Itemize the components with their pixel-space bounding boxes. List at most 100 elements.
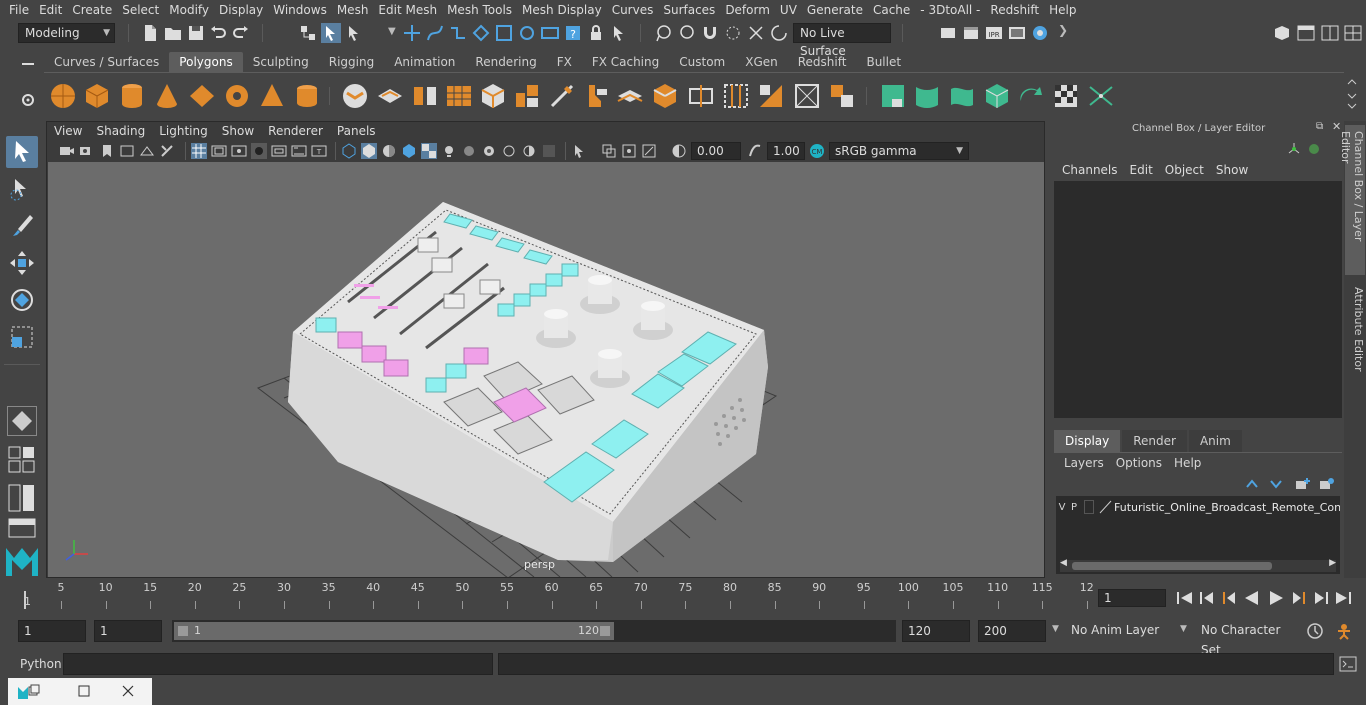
select-tool[interactable] [6, 136, 38, 168]
layout-split-icon[interactable] [8, 484, 36, 512]
save-scene-icon[interactable] [186, 23, 206, 43]
layer-playback-toggle[interactable]: P [1068, 502, 1080, 513]
xray-joints-icon[interactable] [621, 143, 637, 159]
menu-create[interactable]: Create [67, 0, 117, 20]
poly-torus-icon[interactable] [222, 81, 252, 111]
poly-cylinder-icon[interactable] [117, 81, 147, 111]
last-tool[interactable] [7, 406, 37, 436]
range-slider-handle[interactable]: 1 120 [174, 622, 614, 640]
uv-editor-icon[interactable] [1086, 81, 1116, 111]
render-current-icon[interactable] [961, 23, 981, 43]
uv-planar-icon[interactable] [878, 81, 908, 111]
go-to-start-icon[interactable] [1174, 589, 1196, 607]
channel-list[interactable] [1054, 181, 1342, 418]
textured-icon[interactable] [421, 143, 437, 159]
shelf-scroll-icon[interactable] [1346, 78, 1358, 112]
shelf-tab-xgen[interactable]: XGen [735, 52, 788, 72]
range-slider-end-grip[interactable] [600, 626, 610, 636]
menu-modify[interactable]: Modify [164, 0, 214, 20]
uv-checker-icon[interactable] [1051, 81, 1081, 111]
tab-anim[interactable]: Anim [1188, 430, 1242, 452]
viewport-menu-renderer[interactable]: Renderer [261, 122, 330, 140]
snap-grid-icon[interactable] [402, 23, 422, 43]
exposure-icon[interactable] [671, 143, 687, 159]
animation-preferences-icon[interactable] [1334, 622, 1354, 640]
shelf-tab-rendering[interactable]: Rendering [465, 52, 546, 72]
chevron-down-icon[interactable]: ▼ [1180, 624, 1187, 634]
gate-mask-icon[interactable] [231, 143, 247, 159]
gate-overlay-icon[interactable]: T [311, 143, 327, 159]
show-menu[interactable]: Show [1210, 161, 1254, 179]
viewport-menu-view[interactable]: View [47, 122, 89, 140]
current-frame-field[interactable]: 1 [1098, 589, 1166, 607]
gamma-icon[interactable] [747, 143, 763, 159]
bevel-icon[interactable] [478, 81, 508, 111]
default-material-icon[interactable] [381, 143, 397, 159]
menu-generate[interactable]: Generate [802, 0, 868, 20]
channels-menu[interactable]: Channels [1056, 161, 1124, 179]
time-slider[interactable]: 1 5 10 15 20 25 30 35 40 45 50 55 60 65 70 75 80 85 90 95 1… [18, 581, 1094, 611]
shelf-tab-curves-surfaces[interactable]: Curves / Surfaces [44, 52, 169, 72]
xray-active-icon[interactable] [641, 143, 657, 159]
playback-end-field[interactable]: 120 [902, 620, 970, 642]
panel-split-icon[interactable] [1320, 23, 1340, 43]
snap-curve-icon[interactable] [425, 23, 445, 43]
undo-icon[interactable] [208, 23, 228, 43]
hypershade-icon[interactable] [1030, 23, 1050, 43]
magnet-icon[interactable] [700, 23, 720, 43]
new-layer-icon[interactable] [1294, 477, 1310, 491]
shadows-icon[interactable] [461, 143, 477, 159]
menu-3dtoall[interactable]: - 3DtoAll - [915, 0, 985, 20]
poly-cone-icon[interactable] [152, 81, 182, 111]
object-menu[interactable]: Object [1159, 161, 1210, 179]
step-back-key-icon[interactable] [1196, 589, 1218, 607]
shelf-tab-fx-caching[interactable]: FX Caching [582, 52, 669, 72]
image-plane-icon[interactable] [119, 143, 135, 159]
anti-alias-icon[interactable] [521, 143, 537, 159]
range-slider-start-grip[interactable] [178, 626, 188, 636]
safe-action-icon[interactable] [271, 143, 287, 159]
field-chart-icon[interactable] [251, 143, 267, 159]
bookmark-icon[interactable] [99, 143, 115, 159]
uv-spherical-icon[interactable] [947, 81, 977, 111]
scale-tool[interactable] [6, 321, 38, 353]
append-poly-icon[interactable] [756, 81, 786, 111]
edit-menu[interactable]: Edit [1124, 161, 1159, 179]
snap-surface-icon[interactable] [494, 23, 514, 43]
help-line-icon[interactable]: ? [563, 23, 583, 43]
symmetry-icon[interactable] [746, 23, 766, 43]
select-component-icon[interactable] [344, 23, 364, 43]
smooth-shade-icon[interactable] [361, 143, 377, 159]
resolution-gate-icon[interactable] [211, 143, 227, 159]
live-surface-field[interactable]: No Live Surface [793, 23, 891, 58]
step-forward-frame-icon[interactable] [1288, 589, 1310, 607]
uv-cylindrical-icon[interactable] [912, 81, 942, 111]
panel-layout-icon[interactable] [1296, 23, 1316, 43]
menu-mesh[interactable]: Mesh [332, 0, 374, 20]
wireframe-on-shaded-icon[interactable] [401, 143, 417, 159]
chevron-right-icon[interactable]: ❯ [1058, 23, 1068, 37]
scrollbar-thumb[interactable] [1072, 562, 1272, 570]
wireframe-icon[interactable] [341, 143, 357, 159]
shelf-tab-custom[interactable]: Custom [669, 52, 735, 72]
range-slider[interactable]: 1 120 [172, 620, 896, 642]
menu-curves[interactable]: Curves [607, 0, 659, 20]
close-icon[interactable] [122, 685, 134, 697]
end-time-field[interactable]: 200 [978, 620, 1046, 642]
gamma-field[interactable]: 1.00 [767, 142, 805, 160]
shelf-tab-polygons[interactable]: Polygons [169, 52, 243, 72]
shelf-tab-sculpting[interactable]: Sculpting [243, 52, 319, 72]
offset-edge-icon[interactable] [721, 81, 751, 111]
step-forward-key-icon[interactable] [1310, 589, 1332, 607]
menu-windows[interactable]: Windows [268, 0, 332, 20]
mode-selector[interactable]: Modeling ▼ [18, 23, 115, 43]
shelf-tab-redshift[interactable]: Redshift [788, 52, 857, 72]
quad-draw-icon[interactable] [650, 81, 680, 111]
command-input[interactable] [63, 653, 493, 675]
film-gate-icon[interactable] [159, 143, 175, 159]
layer-visibility-toggle[interactable]: V [1056, 502, 1068, 513]
paint-select-tool[interactable] [6, 210, 38, 242]
motion-blur-icon[interactable] [501, 143, 517, 159]
render-view-icon[interactable] [540, 23, 560, 43]
ipr-render-icon[interactable]: IPR [984, 23, 1004, 43]
